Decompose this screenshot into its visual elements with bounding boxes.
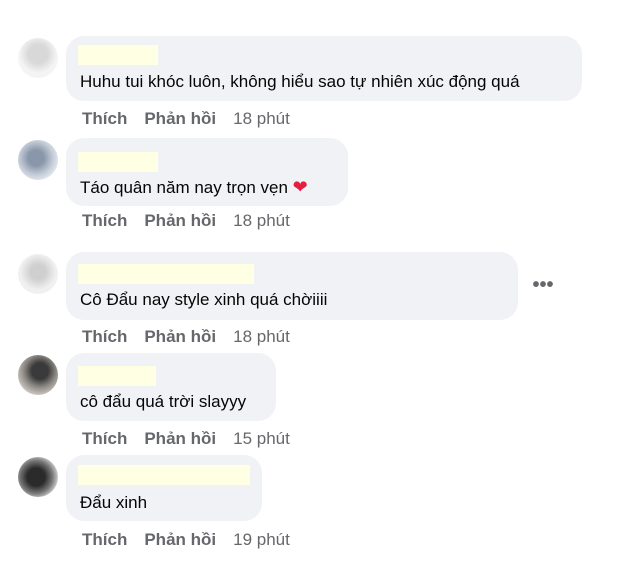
comment-bubble: Đẩu xinh — [66, 455, 262, 521]
timestamp[interactable]: 18 phút — [233, 211, 290, 231]
comment-actions: Thích Phản hồi 18 phút — [82, 109, 307, 129]
like-button[interactable]: Thích — [82, 429, 127, 449]
comment-bubble: cô đẩu quá trời slayyy — [66, 353, 276, 421]
comment-text: cô đẩu quá trời slayyy — [80, 392, 247, 411]
comment-text: Táo quân năm nay trọn vẹn ❤ — [80, 177, 308, 197]
comment-actions: Thích Phản hồi 15 phút — [82, 429, 307, 449]
timestamp[interactable]: 18 phút — [233, 327, 290, 347]
comment-text: Đẩu xinh — [80, 493, 148, 512]
comment-actions: Thích Phản hồi 19 phút — [82, 530, 307, 550]
avatar[interactable] — [18, 140, 58, 180]
comment-bubble: Táo quân năm nay trọn vẹn ❤ — [66, 138, 348, 206]
heart-icon: ❤ — [292, 177, 308, 197]
redacted-author-name[interactable] — [78, 264, 254, 284]
avatar[interactable] — [18, 457, 58, 497]
like-button[interactable]: Thích — [82, 327, 127, 347]
redacted-author-name[interactable] — [78, 465, 250, 485]
like-button[interactable]: Thích — [82, 109, 127, 129]
comment-actions: Thích Phản hồi 18 phút — [82, 327, 307, 347]
reply-button[interactable]: Phản hồi — [144, 530, 216, 550]
avatar[interactable] — [18, 254, 58, 294]
timestamp[interactable]: 19 phút — [233, 530, 290, 550]
more-options-icon[interactable]: ••• — [530, 275, 556, 302]
redacted-author-name[interactable] — [78, 366, 156, 386]
timestamp[interactable]: 18 phút — [233, 109, 290, 129]
comment-text: Huhu tui khóc luôn, không hiểu sao tự nh… — [80, 72, 520, 91]
like-button[interactable]: Thích — [82, 211, 127, 231]
comment-actions: Thích Phản hồi 18 phút — [82, 211, 307, 231]
redacted-author-name[interactable] — [78, 45, 158, 65]
avatar[interactable] — [18, 38, 58, 78]
redacted-author-name[interactable] — [78, 152, 158, 172]
reply-button[interactable]: Phản hồi — [144, 327, 216, 347]
comment-bubble: Cô Đẩu nay style xinh quá chờiiii — [66, 252, 518, 320]
reply-button[interactable]: Phản hồi — [144, 109, 216, 129]
like-button[interactable]: Thích — [82, 530, 127, 550]
reply-button[interactable]: Phản hồi — [144, 429, 216, 449]
comment-bubble: Huhu tui khóc luôn, không hiểu sao tự nh… — [66, 36, 582, 101]
reply-button[interactable]: Phản hồi — [144, 211, 216, 231]
timestamp[interactable]: 15 phút — [233, 429, 290, 449]
comment-text: Cô Đẩu nay style xinh quá chờiiii — [80, 290, 328, 309]
avatar[interactable] — [18, 355, 58, 395]
